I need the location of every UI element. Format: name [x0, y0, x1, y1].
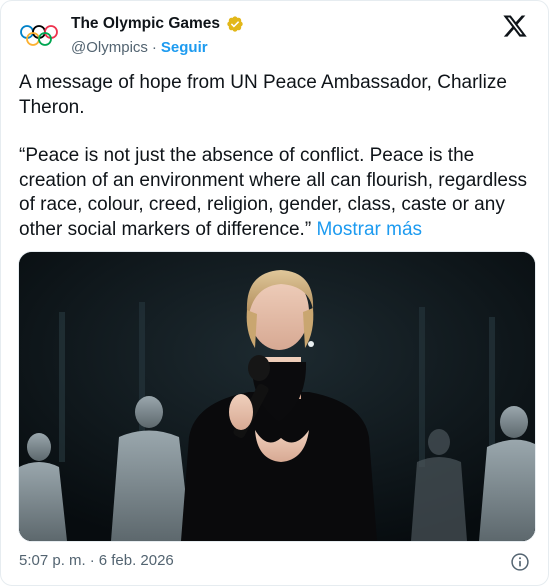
follow-button[interactable]: Seguir: [161, 39, 208, 56]
handle-row: @Olympics · Seguir: [71, 39, 208, 56]
x-logo-icon[interactable]: [502, 13, 528, 39]
display-name[interactable]: The Olympic Games: [71, 15, 220, 33]
tweet-footer: 5:07 p. m. · 6 feb. 2026: [19, 552, 530, 574]
name-row: The Olympic Games: [71, 15, 244, 33]
tweet-text: A message of hope from UN Peace Ambassad…: [19, 71, 534, 243]
timestamp-date: 6 feb. 2026: [98, 552, 174, 569]
tweet-paragraph-2: “Peace is not just the absence of confli…: [19, 144, 534, 242]
tweet-paragraph-1: A message of hope from UN Peace Ambassad…: [19, 72, 507, 118]
timestamp-time: 5:07 p. m.: [19, 552, 86, 569]
show-more-link[interactable]: Mostrar más: [316, 219, 422, 240]
tweet-quote: “Peace is not just the absence of confli…: [19, 145, 527, 240]
tweet-video[interactable]: [18, 251, 536, 542]
timestamp-separator: ·: [89, 552, 95, 569]
timestamp[interactable]: 5:07 p. m. · 6 feb. 2026: [19, 552, 174, 569]
tweet-header: The Olympic Games @Olympics · Seguir: [19, 13, 530, 61]
video-frame: [19, 252, 535, 541]
handle-separator: ·: [151, 39, 157, 56]
tweet-card: The Olympic Games @Olympics · Seguir A m…: [0, 0, 549, 586]
handle[interactable]: @Olympics: [71, 39, 148, 56]
olympic-rings-icon[interactable]: [19, 23, 59, 49]
verified-badge-icon: [227, 16, 243, 32]
info-icon[interactable]: [510, 552, 530, 572]
